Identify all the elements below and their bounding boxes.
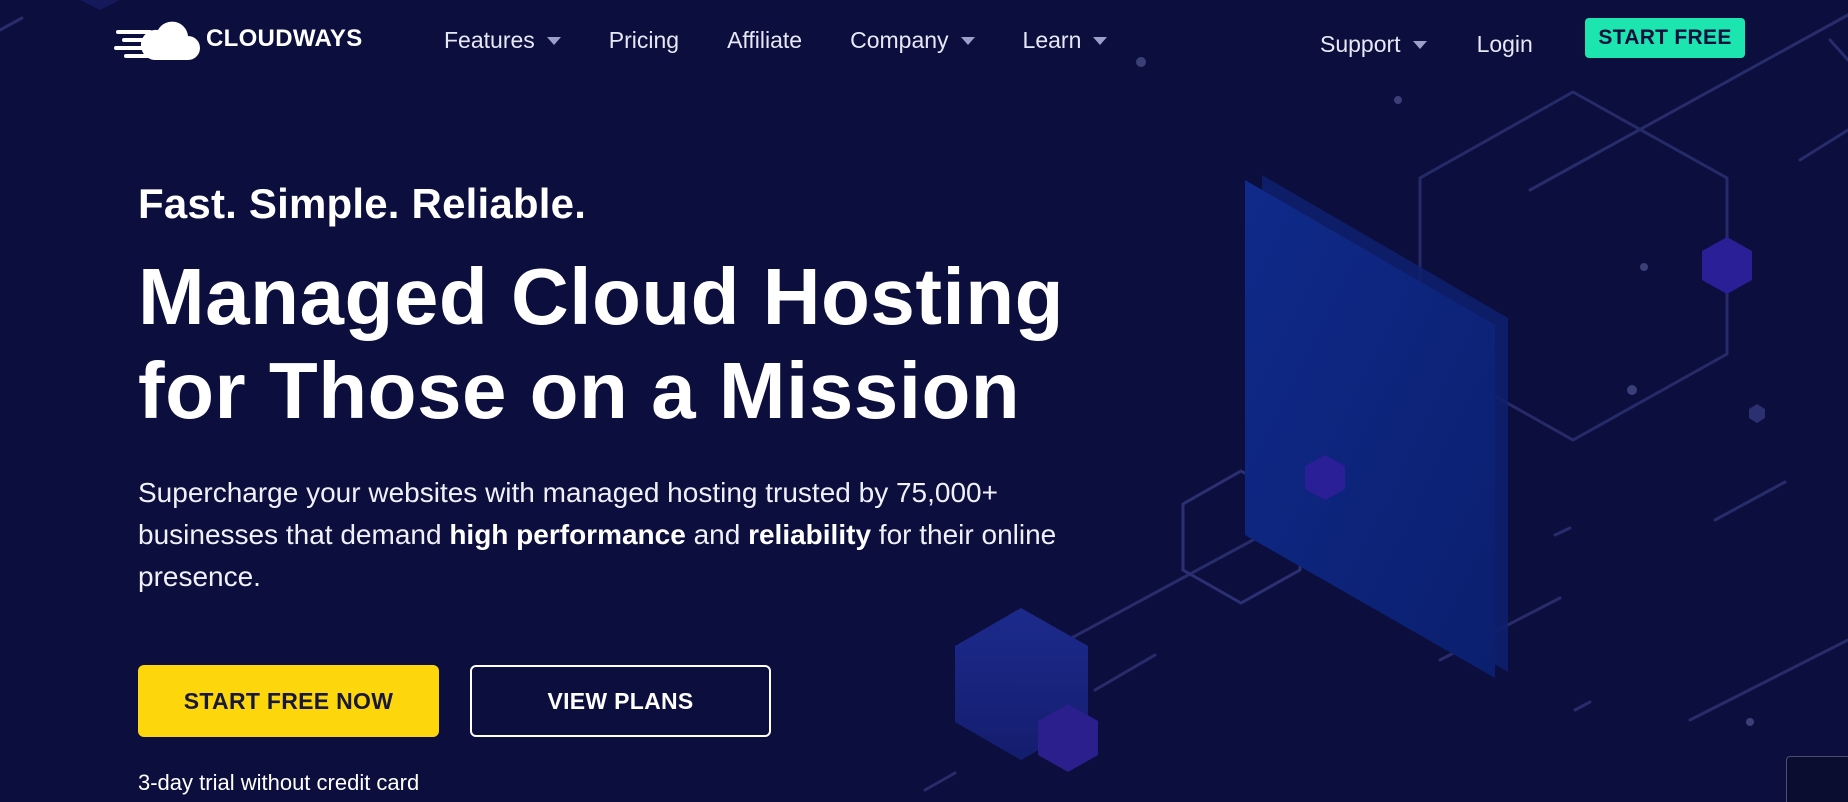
chat-widget[interactable] bbox=[1786, 756, 1848, 802]
desc-bold-reliability: reliability bbox=[748, 519, 872, 550]
nav-item-company[interactable]: Company bbox=[850, 22, 975, 58]
chevron-down-icon bbox=[1412, 41, 1427, 49]
top-navigation: CLOUDWAYS Features Pricing Affiliate Com… bbox=[0, 0, 1848, 82]
start-free-button[interactable]: START FREE bbox=[1585, 18, 1745, 58]
login-link[interactable]: Login bbox=[1477, 26, 1533, 62]
hero-description: Supercharge your websites with managed h… bbox=[138, 472, 1128, 598]
headline-line-2: for Those on a Mission bbox=[138, 346, 1021, 435]
chevron-down-icon bbox=[546, 37, 561, 45]
landing-page: CLOUDWAYS Features Pricing Affiliate Com… bbox=[0, 0, 1848, 802]
nav-item-label: Learn bbox=[1022, 26, 1082, 53]
trial-note: 3-day trial without credit card bbox=[138, 770, 420, 795]
nav-item-label: Support bbox=[1320, 30, 1401, 57]
account-nav: Support Login bbox=[1320, 26, 1583, 62]
login-label: Login bbox=[1476, 30, 1533, 57]
main-nav: Features Pricing Affiliate Company Learn bbox=[444, 22, 1155, 58]
brand-name: CLOUDWAYS bbox=[206, 25, 363, 52]
desc-bold-performance: high performance bbox=[449, 519, 686, 550]
nav-item-support[interactable]: Support bbox=[1320, 26, 1427, 62]
desc-text: and bbox=[685, 519, 749, 550]
cloud-speed-icon bbox=[114, 21, 200, 60]
nav-item-label: Affiliate bbox=[727, 26, 803, 53]
hero-headline: Managed Cloud Hosting for Those on a Mis… bbox=[138, 250, 1138, 438]
nav-item-label: Company bbox=[850, 26, 949, 53]
headline-line-1: Managed Cloud Hosting bbox=[138, 252, 1065, 341]
cloudways-logo[interactable]: CLOUDWAYS bbox=[114, 16, 363, 62]
hero-tagline: Fast. Simple. Reliable. bbox=[138, 180, 587, 227]
nav-item-learn[interactable]: Learn bbox=[1023, 22, 1108, 58]
chevron-down-icon bbox=[960, 37, 975, 45]
hero-cta-group: START FREE NOW VIEW PLANS bbox=[138, 665, 771, 737]
nav-item-label: Pricing bbox=[608, 26, 680, 53]
nav-item-affiliate[interactable]: Affiliate bbox=[727, 22, 802, 58]
view-plans-button[interactable]: VIEW PLANS bbox=[470, 665, 771, 737]
nav-item-pricing[interactable]: Pricing bbox=[609, 22, 679, 58]
nav-item-label: Features bbox=[444, 26, 535, 53]
hero-section: Fast. Simple. Reliable. Managed Cloud Ho… bbox=[138, 180, 1138, 598]
start-free-now-button[interactable]: START FREE NOW bbox=[138, 665, 439, 737]
chevron-down-icon bbox=[1093, 37, 1108, 45]
nav-item-features[interactable]: Features bbox=[444, 22, 561, 58]
